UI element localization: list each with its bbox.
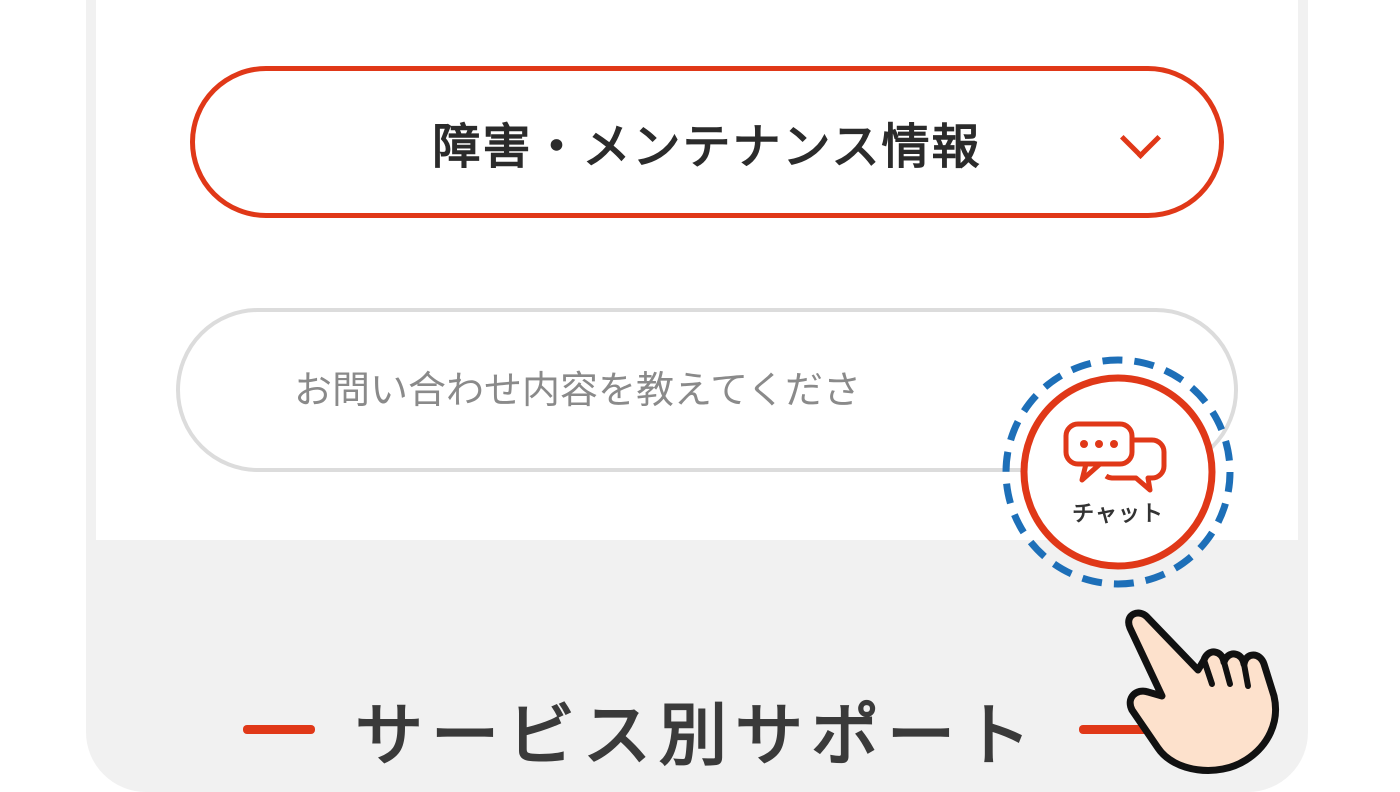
maintenance-info-accordion[interactable]: 障害・メンテナンス情報 [190, 66, 1224, 218]
chat-label: チャット [1072, 502, 1164, 527]
inquiry-input[interactable] [292, 367, 996, 413]
section-title: サービス別サポート [354, 697, 1039, 776]
accordion-label: 障害・メンテナンス情報 [432, 119, 982, 175]
chat-bubble-icon [1002, 356, 1234, 588]
chat-button[interactable]: チャット [1002, 356, 1234, 588]
pointer-hand-icon [1125, 609, 1279, 774]
title-dash-left [242, 725, 315, 734]
chevron-down-icon [1119, 117, 1162, 160]
